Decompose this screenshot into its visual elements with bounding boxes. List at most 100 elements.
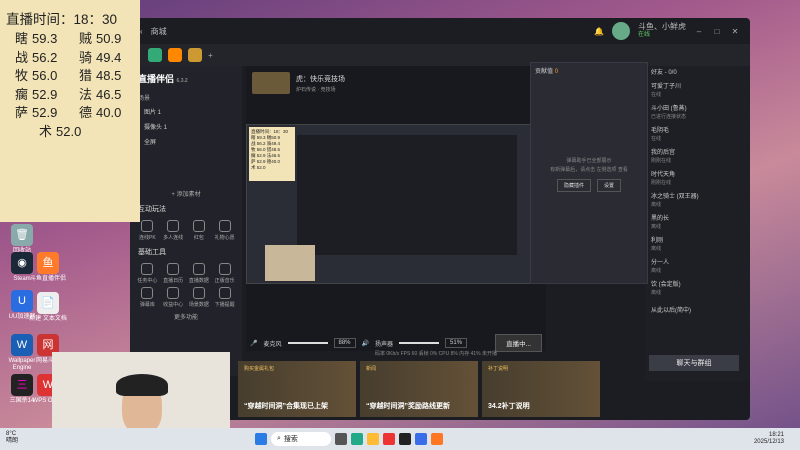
- chat-groups-button[interactable]: 聊天与群组: [649, 355, 739, 371]
- douyu-taskbar-icon[interactable]: [431, 433, 443, 445]
- tool-item[interactable]: 下播提醒: [213, 287, 236, 308]
- nav-item-shop[interactable]: 商城: [151, 26, 167, 37]
- speaker-icon[interactable]: 🔊: [362, 340, 369, 347]
- stats-row: 瞎 59.3 贼 50.9: [14, 31, 122, 46]
- tool-item[interactable]: 直播日历: [162, 263, 185, 284]
- scene-item[interactable]: 图片 1: [130, 104, 242, 119]
- popup-notice: 弹幕助手已全部展示: [566, 158, 612, 164]
- taskview-icon[interactable]: [335, 433, 347, 445]
- barrage-popup: 贡献值 0 弹幕助手已全部展示 有新弹幕后，请点击 左侧选项 查看 隐藏插件 设…: [530, 62, 648, 284]
- tool-item[interactable]: 多人连线: [162, 220, 185, 241]
- preview-stage: 虎：快乐竞技场 炉石传说 · 竞技场 直播时间：18：30 瞎 59.3 贼50…: [246, 66, 546, 352]
- tool-item[interactable]: 直播数据: [188, 263, 211, 284]
- game-tabs: +: [130, 44, 750, 66]
- preview-stats-overlay: 直播时间：18：30 瞎 59.3 贼50.9 战 56.2 骑49.4 牧 56.…: [249, 127, 295, 181]
- stats-row: 术 52.0: [38, 123, 82, 139]
- tool-item[interactable]: 礼物心愿: [213, 220, 236, 241]
- search-icon: ⌕: [277, 435, 281, 442]
- from-label: 从此以后(简中): [651, 308, 691, 314]
- friends-panel: 好友 - 0/0 可爱丁子川 在线 斗小田 (鲁蒸) 已进行连接状态 毛阴毛 在线 我…: [645, 66, 750, 381]
- news-card[interactable]: 购买金属礼包 “穿越时间洞”合集现已上架: [238, 361, 356, 417]
- avatar[interactable]: [612, 22, 630, 40]
- more-button[interactable]: 更多功能: [130, 310, 242, 323]
- tool-item[interactable]: 正版音乐: [213, 263, 236, 284]
- list-item[interactable]: 分一人 离线: [645, 256, 750, 278]
- close-icon[interactable]: ✕: [730, 27, 740, 36]
- popup-title: 贡献值 0: [535, 69, 559, 75]
- tool-item[interactable]: 红包: [188, 220, 211, 241]
- edge-icon[interactable]: [351, 433, 363, 445]
- speaker-slider[interactable]: [399, 342, 440, 344]
- list-item[interactable]: 饮 (会定版) 离线: [645, 278, 750, 300]
- tool-item[interactable]: 连线PK: [136, 220, 159, 241]
- stats-row: 战 56.2 骑 49.4: [14, 49, 122, 65]
- stream-title[interactable]: 虎：快乐竞技场: [296, 74, 345, 84]
- tool-item[interactable]: 场景数据: [188, 287, 211, 308]
- stream-tool-panel: 直播伴侣 6.3.2 场景 图片 1 摄像头 1 全屏 + 添加素材 互动玩法 …: [130, 66, 242, 376]
- list-item[interactable]: 我的后宫 刚刚在线: [645, 146, 750, 168]
- desktop-icon-textdoc[interactable]: 📄 新建 文本文档: [28, 292, 68, 323]
- add-source-button[interactable]: + 添加素材: [130, 187, 242, 200]
- stats-row: 牧 56.0 猎 48.5: [14, 68, 122, 83]
- list-item[interactable]: 毛阴毛 在线: [645, 124, 750, 146]
- overwatch-icon[interactable]: [168, 48, 182, 62]
- mic-icon[interactable]: 🎤: [250, 340, 257, 347]
- stream-category[interactable]: 炉石传说 · 竞技场: [296, 86, 345, 93]
- tool-item[interactable]: 任务中心: [136, 263, 159, 284]
- steam-taskbar-icon[interactable]: [399, 433, 411, 445]
- user-status: 在线: [638, 32, 651, 38]
- mic-volume[interactable]: 88%: [333, 338, 356, 348]
- explorer-icon[interactable]: [367, 433, 379, 445]
- user-name: 斗鱼、小鲜虎: [638, 22, 686, 31]
- titlebar-right: 🔔 斗鱼、小鲜虎 在线 – □ ✕: [594, 22, 740, 40]
- stream-tool-logo: 直播伴侣 6.3.2: [138, 74, 188, 84]
- stream-time: 直播时间：18：30: [6, 12, 118, 27]
- tool-item[interactable]: 弹幕库: [136, 287, 159, 308]
- mic-slider[interactable]: [287, 342, 328, 344]
- launcher-taskbar-icon[interactable]: [415, 433, 427, 445]
- list-item[interactable]: 好友 - 0/0: [645, 66, 750, 80]
- preview-canvas: 直播时间：18：30 瞎 59.3 贼50.9 战 56.2 骑49.4 牧 56.…: [246, 124, 534, 284]
- start-icon[interactable]: [255, 433, 267, 445]
- news-card[interactable]: 新闻 “穿越时间洞”奖励路线更新: [360, 361, 478, 417]
- stream-thumbnail[interactable]: [252, 72, 290, 94]
- list-item[interactable]: 冰之骑士 (双王器) 离线: [645, 190, 750, 212]
- scene-item[interactable]: 全屏: [130, 134, 242, 149]
- list-item[interactable]: 斗小田 (鲁蒸) 已进行连接状态: [645, 102, 750, 124]
- hide-plugin-button[interactable]: 隐藏插件: [556, 179, 591, 192]
- winrate-overlay: 直播时间：18：30 瞎 59.3 贼 50.9 战 56.2 骑 49.4 牧 56.0…: [0, 0, 140, 222]
- bell-icon[interactable]: 🔔: [594, 27, 604, 36]
- tool-item[interactable]: 收益中心: [162, 287, 185, 308]
- hearthstone-icon[interactable]: [188, 48, 202, 62]
- popup-settings-button[interactable]: 设置: [597, 179, 622, 192]
- list-item[interactable]: 时代天角 刚刚在线: [645, 168, 750, 190]
- play-grid: 连线PK 多人连线 红包 礼物心愿: [130, 218, 242, 243]
- back-icon[interactable]: ‹: [140, 27, 143, 36]
- footer-stats: 码率 0Kb/s FPS 60 丢帧 0% CPU 8% 内存 41% 未开播: [375, 351, 497, 357]
- desktop-icon-douyu[interactable]: 鱼 斗鱼直播伴侣: [28, 252, 68, 283]
- weather-widget[interactable]: 8°C 晴朗: [6, 431, 18, 445]
- scene-header: 场景: [138, 96, 151, 102]
- stats-row: 瘸 52.9 法 46.5: [14, 86, 122, 102]
- top-nav: 商城: [151, 26, 167, 37]
- wps-taskbar-icon[interactable]: [383, 433, 395, 445]
- scene-item[interactable]: 摄像头 1: [130, 119, 242, 134]
- list-item[interactable]: 可爱丁子川 在线: [645, 80, 750, 102]
- news-card[interactable]: 补丁说明 34.2补丁说明: [482, 361, 600, 417]
- maximize-icon[interactable]: □: [712, 27, 722, 36]
- clock[interactable]: 18:21 2025/12/13: [754, 432, 784, 446]
- basic-grid: 任务中心 直播日历 直播数据 正版音乐 弹幕库 收益中心 场景数据 下播提醒: [130, 261, 242, 310]
- news-cards: 购买金属礼包 “穿越时间洞”合集现已上架 新闻 “穿越时间洞”奖励路线更新 补丁说明…: [238, 361, 600, 417]
- list-item[interactable]: 利刚 离线: [645, 234, 750, 256]
- live-button[interactable]: 直播中...: [495, 334, 542, 352]
- popup-hint: 有新弹幕后，请点击 左侧选项 查看: [550, 167, 628, 173]
- speaker-volume[interactable]: 51%: [445, 338, 468, 348]
- wow-icon[interactable]: [148, 48, 162, 62]
- preview-webcam: [265, 245, 315, 281]
- desktop-icon-recycle[interactable]: 🗑 回收站: [2, 224, 42, 255]
- search-box[interactable]: ⌕ 搜索: [271, 432, 331, 446]
- add-tab-icon[interactable]: +: [208, 51, 213, 60]
- minimize-icon[interactable]: –: [694, 27, 704, 36]
- list-item[interactable]: 黑的长 离线: [645, 212, 750, 234]
- window-titlebar: ‹ 商城 🔔 斗鱼、小鲜虎 在线 – □ ✕: [130, 18, 750, 44]
